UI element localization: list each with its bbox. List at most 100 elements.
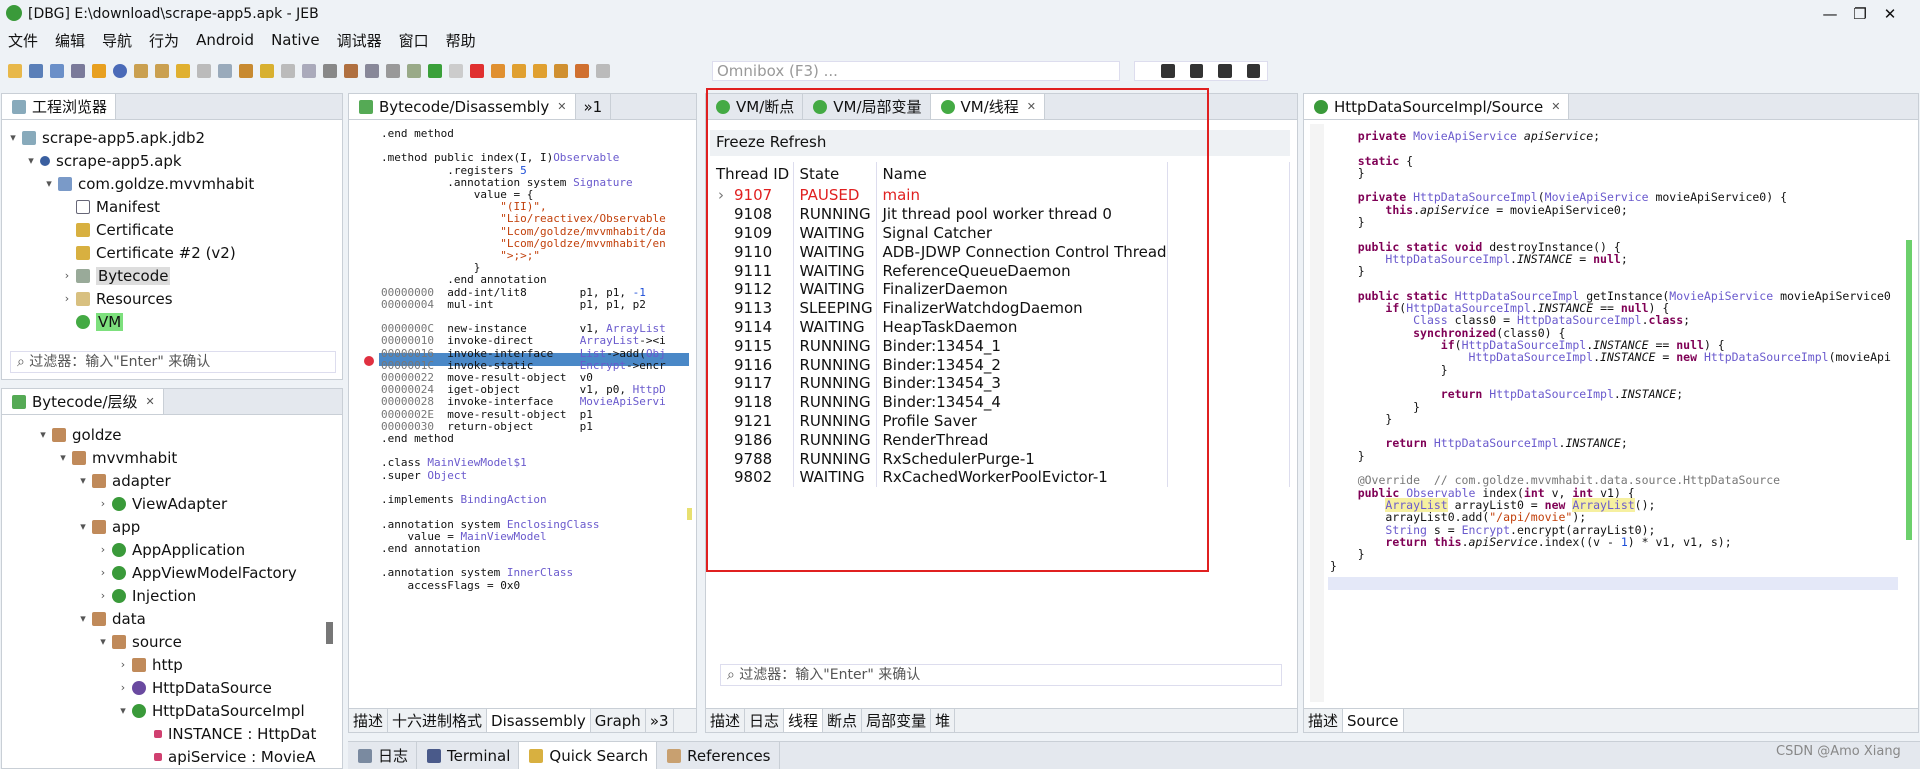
tree-item-viewadapter[interactable]: › ViewAdapter <box>6 492 320 515</box>
tree-item-data[interactable]: ▾ data <box>6 607 320 630</box>
omnibox-input[interactable]: Omnibox (F3) ... <box>712 61 1120 81</box>
tree-item-package[interactable]: ▾ com.goldze.mvvmhabit <box>6 172 338 195</box>
properties-icon[interactable] <box>50 64 64 78</box>
menu-edit[interactable]: 编辑 <box>55 30 85 51</box>
tab-vm-locals-bottom[interactable]: 局部变量 <box>862 709 932 732</box>
menu-file[interactable]: 文件 <box>8 30 38 51</box>
tree-item-apk[interactable]: ▾ scrape-app5.apk <box>6 149 338 172</box>
jump-back-icon[interactable] <box>155 64 169 78</box>
overview-icon[interactable] <box>218 64 232 78</box>
tab-description[interactable]: 描述 <box>349 709 389 732</box>
tree-item-httpdatasource[interactable]: › HttpDataSource <box>6 676 320 699</box>
tree-item-jdb2[interactable]: ▾ scrape-app5.apk.jdb2 <box>6 126 338 149</box>
grid-icon[interactable] <box>1161 64 1175 78</box>
chevron-down-icon[interactable]: ▾ <box>116 704 130 717</box>
back-arrow-icon[interactable] <box>176 64 190 78</box>
tab-vm-heap[interactable]: 堆 <box>931 709 956 732</box>
tree-item-apiservice-field[interactable]: apiService : MovieA <box>6 745 320 768</box>
chevron-down-icon[interactable]: ▾ <box>96 635 110 648</box>
build-icon[interactable] <box>344 64 358 78</box>
stop-icon[interactable] <box>470 64 484 78</box>
tab-vm-log[interactable]: 日志 <box>745 709 785 732</box>
vm-filter-input[interactable]: ⌕ 过滤器：输入"Enter" 来确认 <box>720 664 1282 686</box>
chevron-down-icon[interactable]: ▾ <box>24 154 38 167</box>
chevron-right-icon[interactable]: › <box>96 589 110 602</box>
tree-item-certificate-v2[interactable]: Certificate #2 (v2) <box>6 241 338 264</box>
tree-item-vm[interactable]: VM <box>6 310 338 333</box>
tree-item-resources[interactable]: › Resources <box>6 287 338 310</box>
plugin-icon[interactable] <box>596 64 610 78</box>
source-scroll-indicator[interactable] <box>1906 240 1912 540</box>
tree-item-app[interactable]: ▾ app <box>6 515 320 538</box>
breakpoint-marker-icon[interactable] <box>364 356 374 366</box>
tab-references[interactable]: References <box>657 742 780 769</box>
tab-graph[interactable]: Graph <box>591 709 646 732</box>
chevron-down-icon[interactable]: ▾ <box>36 428 50 441</box>
chevron-down-icon[interactable]: ▾ <box>76 474 90 487</box>
tree-item-source[interactable]: ▾ source <box>6 630 320 653</box>
close-icon[interactable]: ✕ <box>1551 100 1560 113</box>
tab-quick-search[interactable]: Quick Search <box>519 742 658 769</box>
doc-icon[interactable] <box>302 64 316 78</box>
warning-icon[interactable] <box>92 64 106 78</box>
chevron-right-icon[interactable]: › <box>116 681 130 694</box>
tree-item-injection[interactable]: › Injection <box>6 584 320 607</box>
wrench-icon[interactable] <box>71 64 85 78</box>
source-code[interactable]: private MovieApiService apiService; stat… <box>1330 130 1900 702</box>
project-filter-input[interactable]: ⌕ 过滤器：输入"Enter" 来确认 <box>10 351 336 373</box>
save-icon[interactable] <box>29 64 43 78</box>
pause-icon[interactable] <box>449 64 463 78</box>
chevron-right-icon[interactable]: › <box>96 497 110 510</box>
menu-help[interactable]: 帮助 <box>446 30 476 51</box>
graph-icon[interactable] <box>365 64 379 78</box>
globe-icon[interactable] <box>113 64 127 78</box>
tab-disassembly[interactable]: Bytecode/Disassembly ✕ <box>349 94 576 119</box>
tree-item-certificate[interactable]: Certificate <box>6 218 338 241</box>
tab-hex[interactable]: 十六进制格式 <box>388 709 488 732</box>
chevron-right-icon[interactable]: › <box>96 566 110 579</box>
tab-vm-description[interactable]: 描述 <box>706 709 746 732</box>
rocket-icon[interactable] <box>575 64 589 78</box>
menu-android[interactable]: Android <box>196 31 254 49</box>
comment-icon[interactable] <box>260 64 274 78</box>
pencil-icon[interactable] <box>281 64 295 78</box>
run-to-line-icon[interactable] <box>554 64 568 78</box>
cube-icon[interactable] <box>1218 64 1232 78</box>
tree-item-bytecode[interactable]: › Bytecode <box>6 264 338 287</box>
close-button[interactable]: ✕ <box>1862 0 1918 28</box>
tree-item-manifest[interactable]: Manifest <box>6 195 338 218</box>
chevron-right-icon[interactable]: › <box>116 658 130 671</box>
tab-disassembly-view[interactable]: Disassembly <box>487 709 591 732</box>
disassembly-code[interactable]: .end method .method public index(I, I)Ob… <box>381 128 691 672</box>
chevron-right-icon[interactable]: › <box>60 269 74 282</box>
close-icon[interactable]: ✕ <box>146 395 155 408</box>
step-over-icon[interactable] <box>512 64 526 78</box>
more-tabs-button[interactable]: »1 <box>576 94 612 119</box>
refactor-icon[interactable] <box>239 64 253 78</box>
tree-item-appapplication[interactable]: › AppApplication <box>6 538 320 561</box>
chevron-down-icon[interactable]: ▾ <box>42 177 56 190</box>
run-icon[interactable] <box>428 64 442 78</box>
menu-native[interactable]: Native <box>271 31 320 49</box>
tab-hierarchy[interactable]: Bytecode/层级 ✕ <box>2 389 164 414</box>
tab-source-description[interactable]: 描述 <box>1304 709 1344 732</box>
open-icon[interactable] <box>8 64 22 78</box>
table-icon[interactable] <box>1246 64 1260 78</box>
tab-vm-threads-bottom[interactable]: 线程 <box>784 709 824 732</box>
tree-item-appviewmodelfactory[interactable]: › AppViewModelFactory <box>6 561 320 584</box>
menu-action[interactable]: 行为 <box>149 30 179 51</box>
close-icon[interactable]: ✕ <box>557 100 566 113</box>
menu-navigate[interactable]: 导航 <box>102 30 132 51</box>
branch-icon[interactable] <box>386 64 400 78</box>
tree-item-http[interactable]: › http <box>6 653 320 676</box>
tree-item-mvvmhabit[interactable]: ▾ mvvmhabit <box>6 446 320 469</box>
step-out-icon[interactable] <box>533 64 547 78</box>
chevron-right-icon[interactable]: › <box>60 292 74 305</box>
chevron-down-icon[interactable]: ▾ <box>76 520 90 533</box>
tree-item-adapter[interactable]: ▾ adapter <box>6 469 320 492</box>
tab-vm-breakpoints-bottom[interactable]: 断点 <box>823 709 863 732</box>
bug-icon[interactable] <box>407 64 421 78</box>
tab-source[interactable]: HttpDataSourceImpl/Source ✕ <box>1304 94 1570 119</box>
chevron-down-icon[interactable]: ▾ <box>56 451 70 464</box>
decompile-icon[interactable] <box>323 64 337 78</box>
